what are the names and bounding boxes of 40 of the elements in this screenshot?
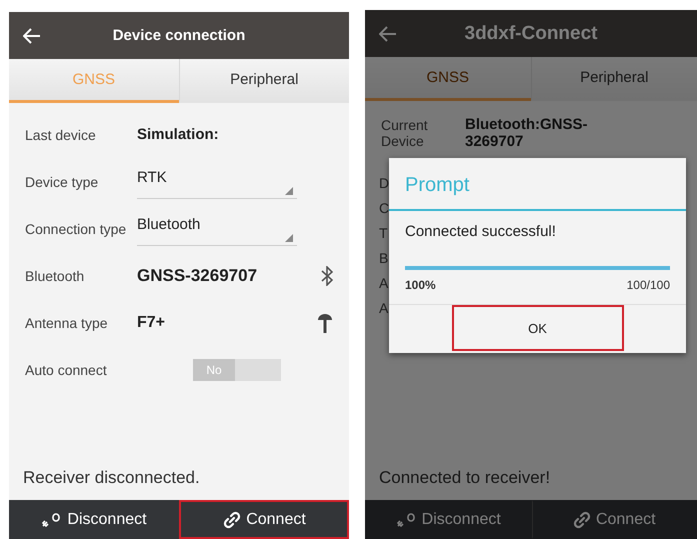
progress-percent: 100% — [405, 278, 436, 292]
status-message: Receiver disconnected. — [22, 468, 201, 489]
field-label: Antenna type — [25, 314, 109, 330]
field-label: Bluetooth — [25, 268, 86, 284]
connect-button[interactable]: Connect — [532, 500, 697, 539]
bluetooth-icon — [321, 266, 333, 286]
antenna-icon — [317, 312, 333, 332]
field-label: Last device — [25, 126, 97, 142]
screen-title: Device connection — [112, 27, 246, 44]
dropdown[interactable]: RTK — [137, 164, 297, 198]
disconnect-button[interactable]: Disconnect — [9, 500, 179, 539]
link-icon — [572, 510, 592, 530]
tab[interactable]: Peripheral — [530, 57, 697, 101]
ok-button[interactable]: OK — [452, 305, 624, 351]
dialog-message: Connected successful! — [404, 222, 557, 242]
field-label: T — [379, 224, 388, 240]
field-label: A — [379, 274, 388, 290]
field-value: F7+ — [137, 314, 166, 332]
tab[interactable]: Peripheral — [178, 59, 349, 103]
screen-title: 3ddxf-Connect — [464, 22, 598, 44]
progress-count: 100/100 — [626, 278, 670, 292]
back-arrow-icon[interactable] — [23, 28, 41, 44]
link-icon — [222, 510, 242, 530]
field-label: A — [379, 300, 388, 316]
field-value: GNSS-3269707 — [137, 266, 258, 286]
field-label: D — [379, 174, 390, 190]
field-value: Bluetooth:GNSS-3269707 — [465, 116, 588, 150]
field-label: C — [379, 200, 390, 216]
dropdown[interactable]: Bluetooth — [137, 212, 297, 246]
field-value: Simulation: — [137, 126, 219, 143]
field-label: B — [379, 250, 388, 266]
field-label: Device type — [25, 174, 100, 190]
field-label: Current Device — [381, 116, 429, 148]
dialog-title: Prompt — [404, 173, 470, 198]
field-label: Auto connect — [25, 362, 108, 378]
field-label: Connection type — [25, 220, 128, 236]
connect-button[interactable]: Connect — [179, 500, 349, 539]
status-message: Connected to receiver! — [378, 468, 552, 489]
disconnect-button[interactable]: Disconnect — [365, 500, 532, 539]
back-arrow-icon[interactable] — [379, 26, 397, 42]
